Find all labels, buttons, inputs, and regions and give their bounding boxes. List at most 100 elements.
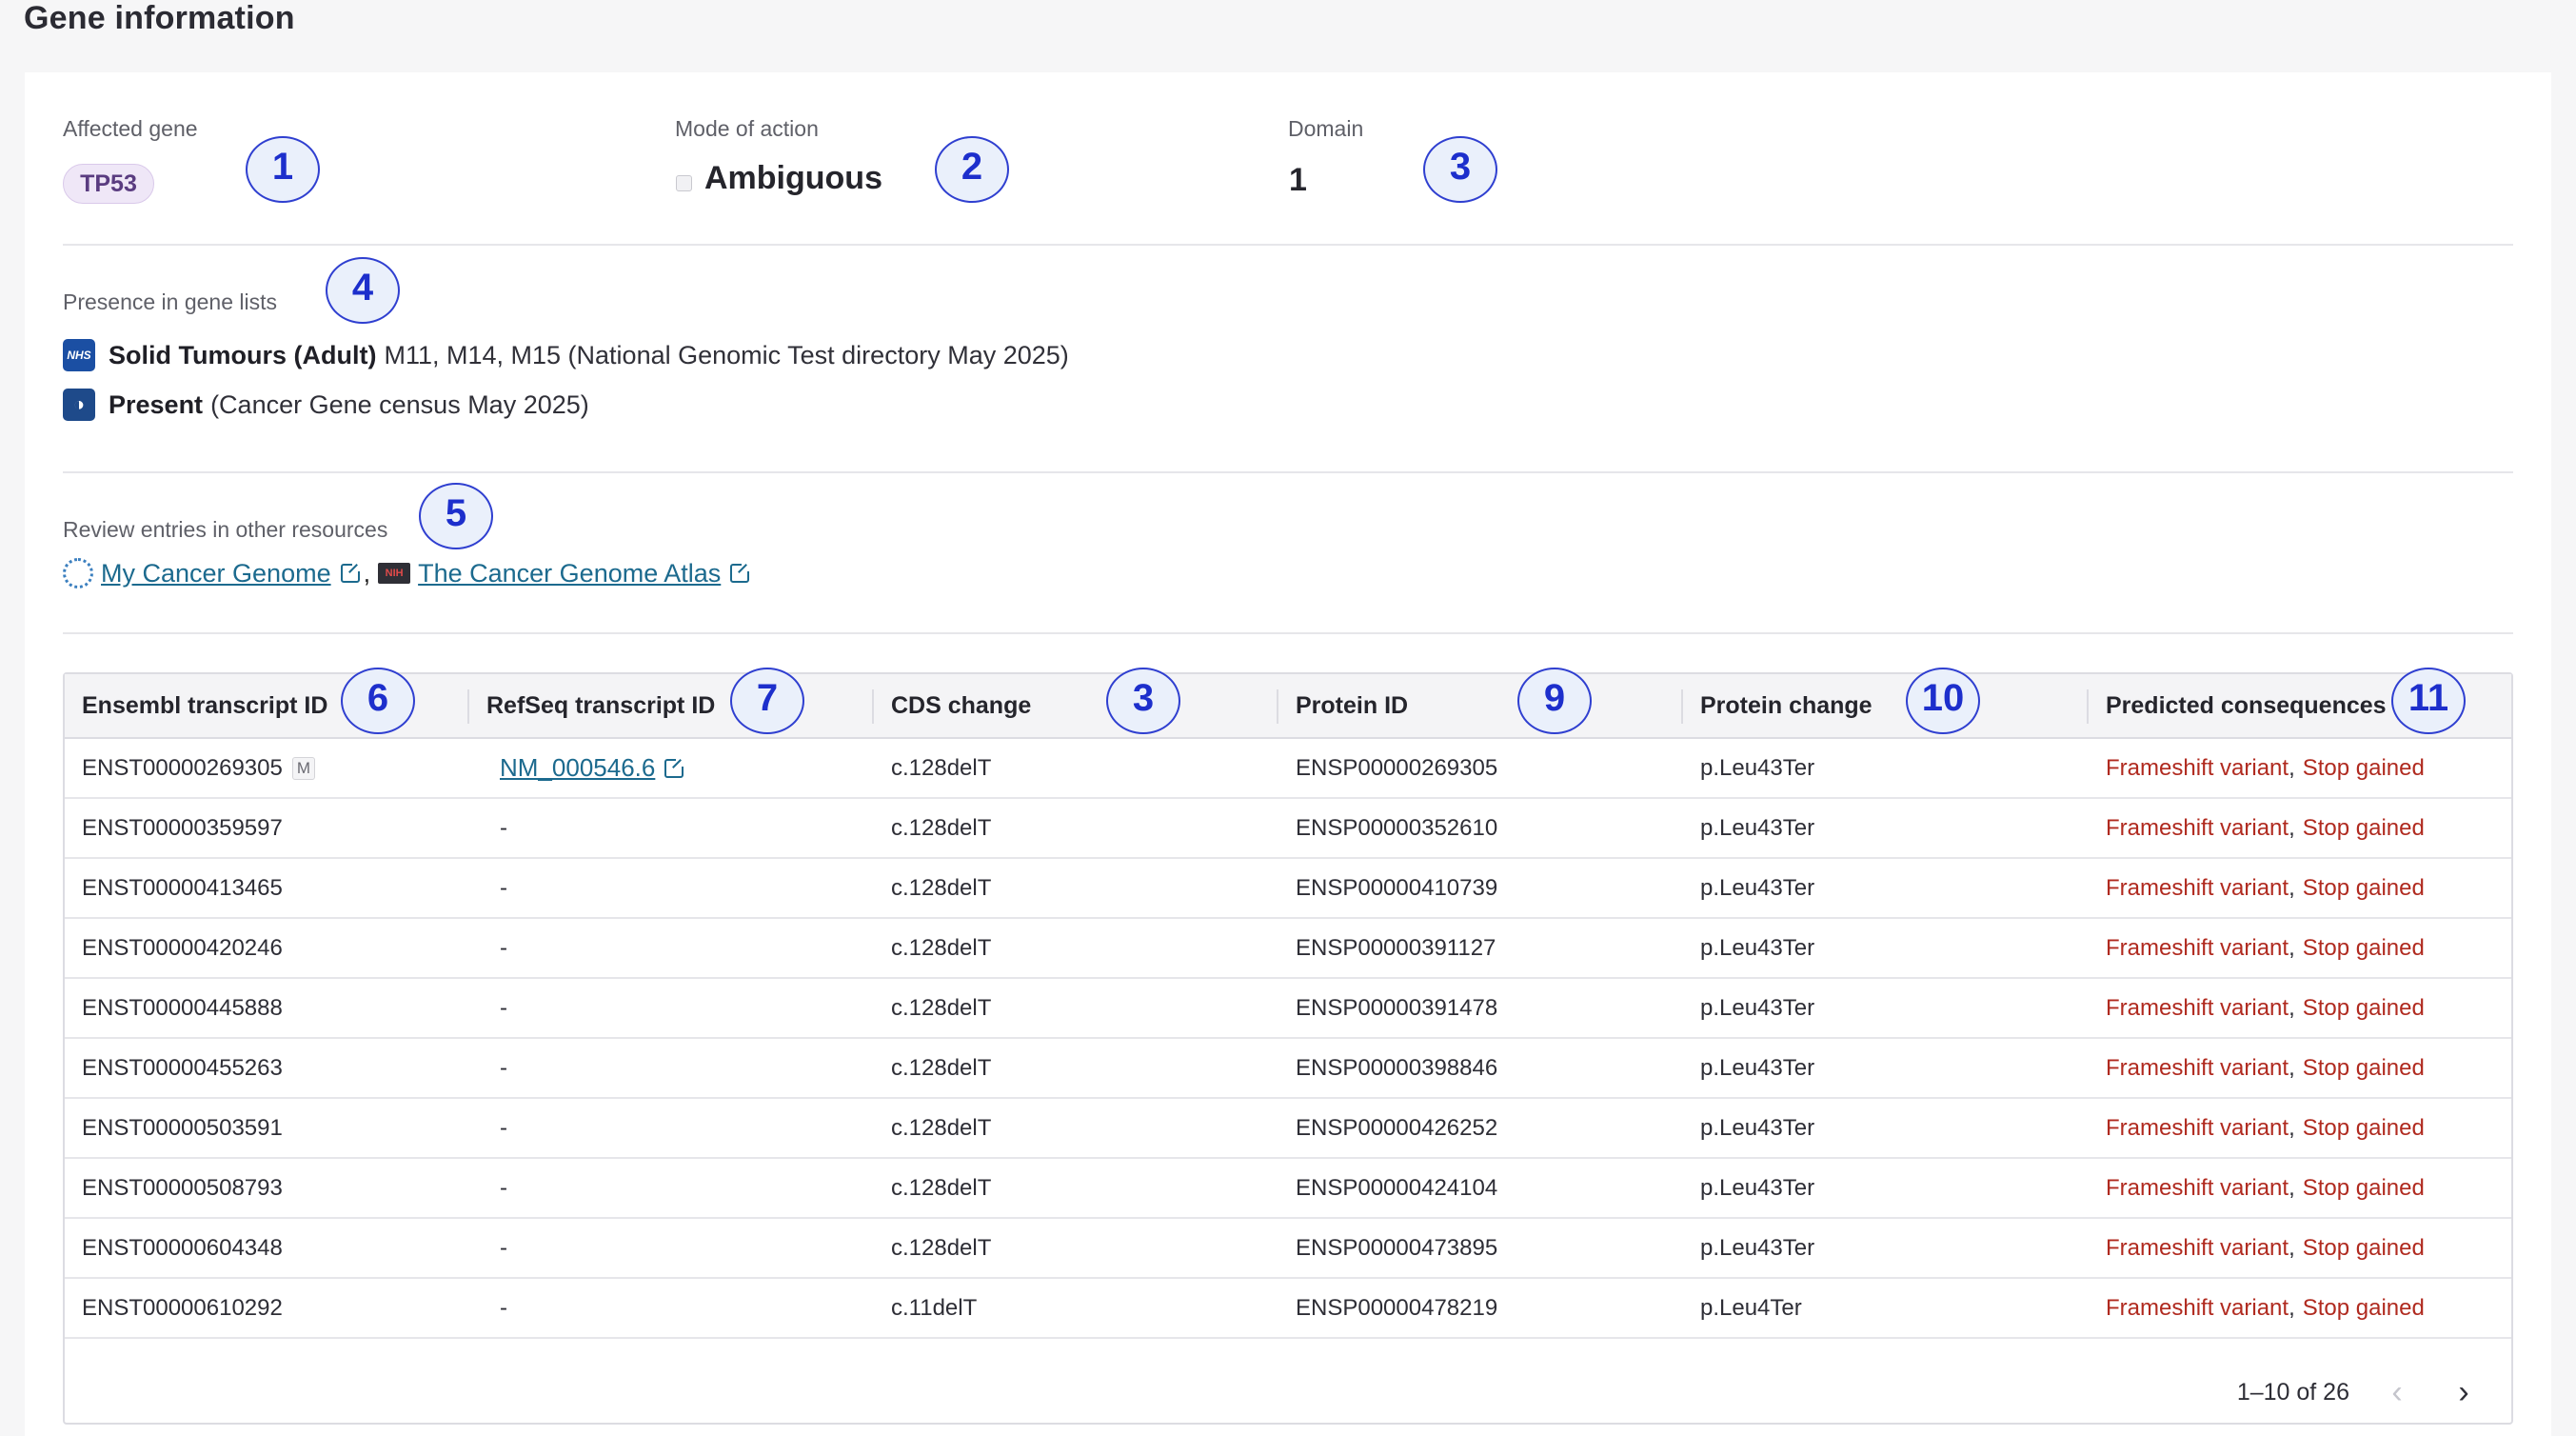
refseq-empty: -	[500, 814, 507, 841]
column-header-protein-change[interactable]: Protein change	[1683, 674, 1873, 737]
external-link-icon[interactable]	[730, 563, 751, 583]
ensembl-cell: ENST00000445888	[65, 979, 283, 1037]
refseq-link[interactable]: NM_000546.6	[500, 753, 655, 783]
consequence-separator: ,	[2289, 1234, 2295, 1261]
refseq-empty: -	[500, 874, 507, 901]
ensembl-id: ENST00000508793	[82, 1174, 283, 1201]
ensembl-cell: ENST00000359597	[65, 799, 283, 857]
my-cancer-genome-link[interactable]: My Cancer Genome	[101, 559, 331, 588]
callout-marker: 3	[1423, 136, 1497, 203]
refseq-cell: -	[469, 1159, 507, 1217]
consequence-tag: Stop gained	[2302, 814, 2425, 841]
protein-id-cell: ENSP00000478219	[1296, 1294, 1498, 1321]
domain-value: 1	[1289, 162, 1307, 198]
protein-change-cell: p.Leu43Ter	[1700, 1174, 1815, 1201]
refseq-empty: -	[500, 1114, 507, 1141]
column-header-consequences[interactable]: Predicted consequences	[2089, 674, 2387, 737]
mode-of-action-indicator-icon	[676, 175, 692, 191]
consequences-cell: Frameshift variant, Stop gained	[2089, 979, 2425, 1037]
column-header-ensembl[interactable]: Ensembl transcript ID	[65, 674, 327, 737]
refseq-empty: -	[500, 934, 507, 961]
external-link-icon[interactable]	[664, 757, 685, 778]
ensembl-cell: ENST00000604348	[65, 1219, 283, 1277]
callout-marker: 11	[2391, 668, 2466, 734]
gene-lists-label: Presence in gene lists	[63, 289, 278, 314]
external-link-icon[interactable]	[340, 563, 361, 583]
refseq-cell: -	[469, 1039, 507, 1097]
ensembl-cell: ENST00000269305 M	[65, 739, 316, 797]
column-header-cds[interactable]: CDS change	[874, 674, 1031, 737]
protein-change-cell: p.Leu43Ter	[1700, 814, 1815, 841]
refseq-empty: -	[500, 1174, 507, 1201]
consequence-tag: Stop gained	[2302, 1234, 2425, 1261]
callout-marker: 10	[1906, 668, 1980, 734]
callout-marker: 5	[419, 483, 493, 549]
cancer-genome-atlas-link[interactable]: The Cancer Genome Atlas	[418, 559, 721, 588]
ensembl-cell: ENST00000503591	[65, 1099, 283, 1157]
protein-id-cell: ENSP00000352610	[1296, 814, 1498, 841]
consequences-cell: Frameshift variant, Stop gained	[2089, 739, 2425, 797]
consequences-cell: Frameshift variant, Stop gained	[2089, 1219, 2425, 1277]
callout-marker: 4	[326, 257, 400, 324]
ensembl-id: ENST00000445888	[82, 994, 283, 1021]
consequence-separator: ,	[2289, 1174, 2295, 1201]
protein-change-cell: p.Leu43Ter	[1700, 1054, 1815, 1081]
ensembl-cell: ENST00000610292	[65, 1279, 283, 1337]
refseq-cell: -	[469, 979, 507, 1037]
gene-list-name: Solid Tumours (Adult)	[109, 340, 377, 369]
consequence-separator: ,	[2289, 994, 2295, 1021]
affected-gene-label: Affected gene	[63, 116, 198, 141]
consequences-cell: Frameshift variant, Stop gained	[2089, 859, 2425, 917]
consequence-tag: Frameshift variant	[2106, 1054, 2289, 1081]
consequence-tag: Stop gained	[2302, 754, 2425, 781]
protein-change-cell: p.Leu43Ter	[1700, 874, 1815, 901]
refseq-cell: -	[469, 1279, 507, 1337]
cds-change-cell: c.128delT	[891, 814, 992, 841]
table-row: ENST00000413465 - c.128delT ENSP00000410739…	[65, 859, 2511, 919]
transcripts-table: Ensembl transcript ID RefSeq transcript …	[63, 672, 2513, 1425]
chevron-left-icon[interactable]: ‹	[2378, 1373, 2416, 1411]
protein-change-cell: p.Leu4Ter	[1700, 1294, 1802, 1321]
resources-label: Review entries in other resources	[63, 517, 388, 542]
column-header-refseq[interactable]: RefSeq transcript ID	[469, 674, 715, 737]
ensembl-id: ENST00000269305	[82, 754, 283, 781]
callout-marker: 3	[1106, 668, 1180, 734]
consequence-tag: Frameshift variant	[2106, 1174, 2289, 1201]
protein-id-cell: ENSP00000269305	[1296, 754, 1498, 781]
gene-badge: TP53	[63, 164, 154, 204]
cds-change-cell: c.128delT	[891, 934, 992, 961]
domain-label: Domain	[1288, 116, 1364, 141]
refseq-cell: NM_000546.6	[469, 739, 685, 797]
pagination: 1–10 of 26 ‹ ›	[2237, 1373, 2483, 1411]
consequence-tag: Stop gained	[2302, 1054, 2425, 1081]
consequences-cell: Frameshift variant, Stop gained	[2089, 1039, 2425, 1097]
chevron-right-icon[interactable]: ›	[2445, 1373, 2483, 1411]
callout-marker: 7	[730, 668, 804, 734]
protein-id-cell: ENSP00000391478	[1296, 994, 1498, 1021]
ensembl-id: ENST00000413465	[82, 874, 283, 901]
refseq-cell: -	[469, 1099, 507, 1157]
consequence-tag: Frameshift variant	[2106, 874, 2289, 901]
ensembl-id: ENST00000359597	[82, 814, 283, 841]
table-row: ENST00000503591 - c.128delT ENSP00000426252…	[65, 1099, 2511, 1159]
refseq-empty: -	[500, 994, 507, 1021]
table-header: Ensembl transcript ID RefSeq transcript …	[65, 674, 2511, 739]
pagination-range: 1–10 of 26	[2236, 1378, 2349, 1406]
gene-list-item: ◑ Present (Cancer Gene census May 2025)	[63, 389, 589, 421]
ensembl-id: ENST00000503591	[82, 1114, 283, 1141]
ensembl-cell: ENST00000508793	[65, 1159, 283, 1217]
ensembl-id: ENST00000420246	[82, 934, 283, 961]
ensembl-cell: ENST00000413465	[65, 859, 283, 917]
divider	[63, 471, 2513, 473]
protein-change-cell: p.Leu43Ter	[1700, 994, 1815, 1021]
protein-id-cell: ENSP00000426252	[1296, 1114, 1498, 1141]
mane-badge: M	[291, 756, 316, 780]
column-header-protein-id[interactable]: Protein ID	[1278, 674, 1408, 737]
refseq-empty: -	[500, 1294, 507, 1321]
table-row: ENST00000359597 - c.128delT ENSP00000352610…	[65, 799, 2511, 859]
protein-change-cell: p.Leu43Ter	[1700, 1114, 1815, 1141]
mode-of-action-label: Mode of action	[675, 116, 819, 141]
cds-change-cell: c.128delT	[891, 1234, 992, 1261]
table-row: ENST00000455263 - c.128delT ENSP00000398846…	[65, 1039, 2511, 1099]
consequence-separator: ,	[2289, 814, 2295, 841]
